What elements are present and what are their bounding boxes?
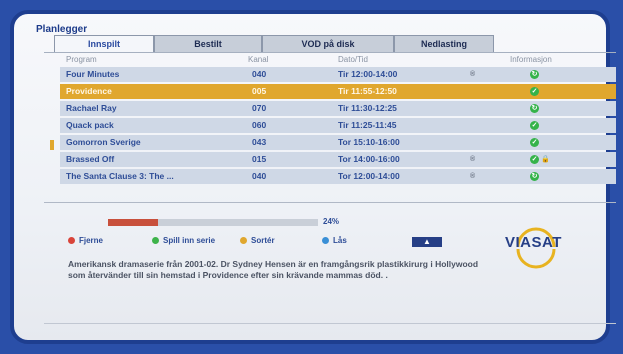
table-row[interactable]: The Santa Clause 3: The ... 040 Tor 12:0…	[60, 169, 616, 184]
viasat-logo: VIASAT	[505, 234, 562, 251]
channel-number: 070	[252, 103, 267, 113]
column-header-channel: Kanal	[248, 55, 269, 64]
program-name: Brassed Off	[66, 154, 115, 164]
channel-number: 043	[252, 137, 267, 147]
program-name: Gomorron Sverige	[66, 137, 141, 147]
blue-dot-icon	[322, 237, 329, 245]
record-mark-icon: ®	[470, 173, 476, 180]
date-time: Tir 12:00-14:00	[338, 69, 398, 79]
date-time: Tir 11:55-12:50	[338, 86, 397, 96]
app-title: Planlegger	[36, 24, 88, 35]
red-dot-icon	[68, 237, 75, 245]
section-divider	[44, 202, 616, 215]
program-name: Four Minutes	[66, 69, 120, 79]
tab-vod-pa-disk[interactable]: VOD på disk	[262, 35, 394, 52]
check-lock-icon: ✓ 🔒	[530, 155, 550, 165]
blue-key-las[interactable]: Lås	[322, 236, 347, 248]
program-name: Rachael Ray	[66, 103, 117, 113]
date-time: Tor 15:10-16:00	[338, 137, 400, 147]
channel-number: 040	[252, 69, 267, 79]
table-row[interactable]: Four Minutes 040 Tir 12:00-14:00 ® ↻	[60, 67, 616, 82]
tab-bestilt[interactable]: Bestilt	[154, 35, 262, 52]
channel-number: 060	[252, 120, 267, 130]
program-name: Quack pack	[66, 120, 114, 130]
refresh-icon: ↻	[530, 70, 539, 80]
table-row[interactable]: Quack pack 060 Tir 11:25-11:45 ✓	[60, 118, 616, 133]
position-indicator	[50, 140, 54, 150]
column-header-info: Informasjon	[510, 55, 552, 64]
column-header-datetime: Dato/Tid	[338, 55, 368, 64]
disk-usage-bar	[108, 219, 318, 226]
refresh-icon: ↻	[530, 104, 539, 114]
table-row-selected[interactable]: Providence 005 Tir 11:55-12:50 ✓	[60, 84, 616, 99]
program-description: Amerikansk dramaserie från 2001-02. Dr S…	[68, 259, 479, 280]
disk-usage-percent: 24%	[323, 217, 340, 226]
scroll-up-button[interactable]: ▲	[412, 237, 442, 247]
table-row[interactable]: Gomorron Sverige 043 Tor 15:10-16:00 ✓	[60, 135, 616, 150]
check-icon: ✓	[530, 87, 539, 97]
record-mark-icon: ®	[470, 156, 476, 163]
red-key-fjerne[interactable]: Fjerne	[68, 236, 103, 248]
channel-number: 040	[252, 171, 267, 181]
table-row[interactable]: Rachael Ray 070 Tir 11:30-12:25 ↻	[60, 101, 616, 116]
channel-number: 015	[252, 154, 267, 164]
tab-bar: Innspilt Bestilt VOD på disk Nedlasting	[54, 35, 494, 52]
tab-nedlasting[interactable]: Nedlasting	[394, 35, 494, 52]
table-row[interactable]: Brassed Off 015 Tor 14:00-16:00 ® ✓ 🔒	[60, 152, 616, 167]
date-time: Tor 14:00-16:00	[338, 154, 400, 164]
bottom-divider	[44, 323, 616, 324]
green-key-spill-inn-serie[interactable]: Spill inn serie	[152, 236, 215, 248]
disk-usage-fill	[108, 219, 159, 226]
program-name: The Santa Clause 3: The ...	[66, 171, 174, 181]
column-header-program: Program	[66, 55, 97, 64]
yellow-dot-icon	[240, 237, 247, 245]
refresh-icon: ↻	[530, 172, 539, 182]
green-dot-icon	[152, 237, 159, 245]
check-icon: ✓	[530, 121, 539, 131]
date-time: Tor 12:00-14:00	[338, 171, 400, 181]
date-time: Tir 11:30-12:25	[338, 103, 397, 113]
program-name: Providence	[66, 86, 112, 96]
check-icon: ✓	[530, 138, 539, 148]
date-time: Tir 11:25-11:45	[338, 120, 397, 130]
record-mark-icon: ®	[470, 71, 476, 78]
tab-innspilt[interactable]: Innspilt	[54, 35, 154, 52]
yellow-key-sorter[interactable]: Sortér	[240, 236, 275, 248]
channel-number: 005	[252, 86, 267, 96]
